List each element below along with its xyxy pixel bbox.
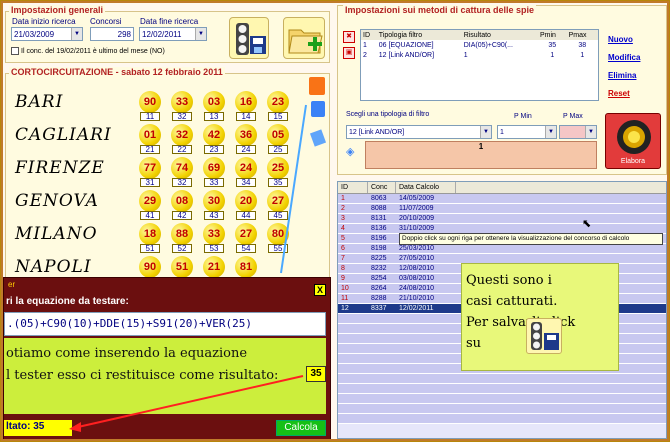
blue-arrow [280,104,307,274]
main-window: Impostazioni generali Data inizio ricerc… [1,1,669,441]
red-arrowhead [69,422,81,432]
annotation-arrows [69,104,307,432]
red-arrow [77,375,304,428]
